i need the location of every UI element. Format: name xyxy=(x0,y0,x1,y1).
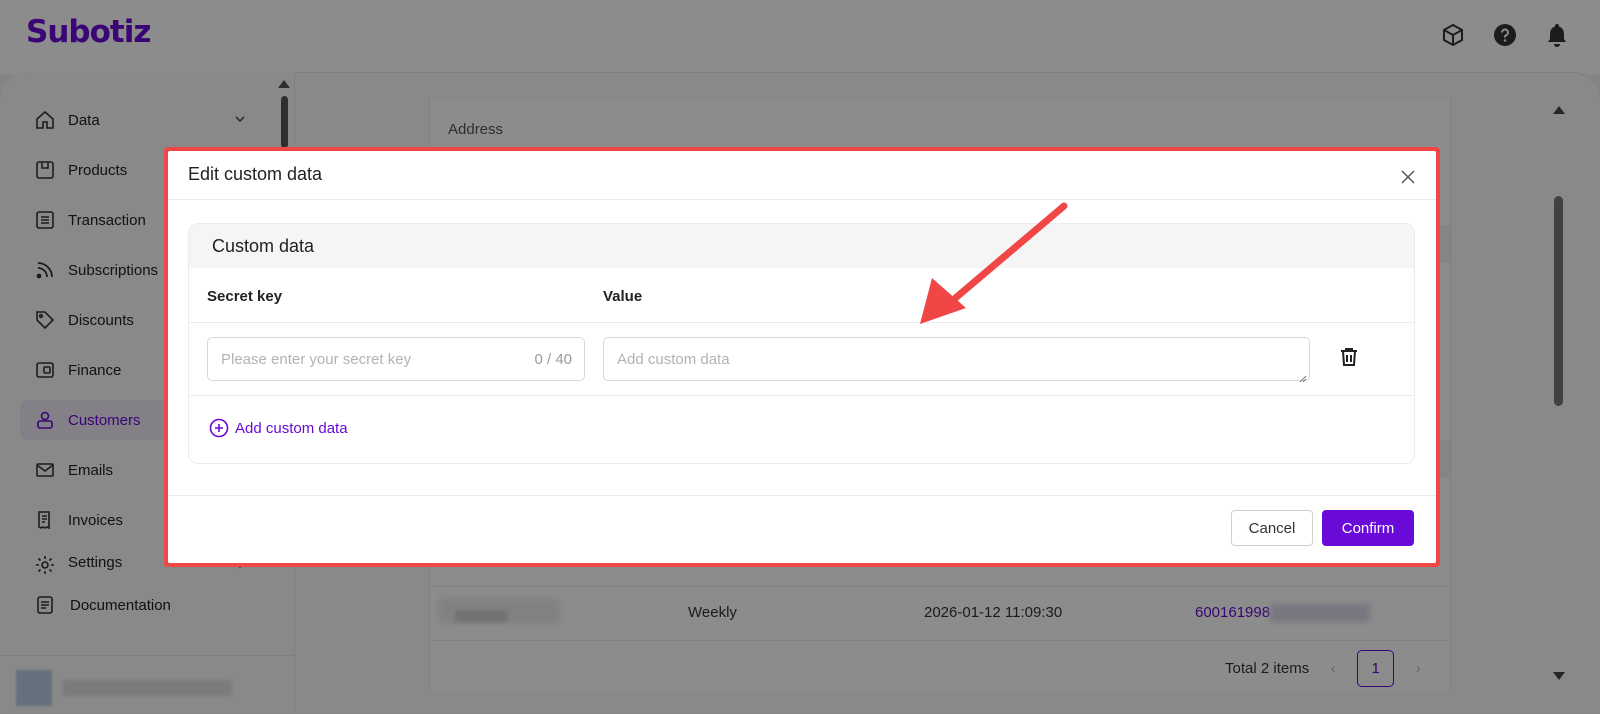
value-textarea[interactable]: Add custom data xyxy=(603,337,1310,383)
confirm-button[interactable]: Confirm xyxy=(1322,510,1414,546)
secret-key-placeholder: Please enter your secret key xyxy=(221,351,412,368)
secret-key-input[interactable]: Please enter your secret key 0 / 40 xyxy=(207,337,585,381)
character-counter: 0 / 40 xyxy=(534,351,572,368)
cancel-button[interactable]: Cancel xyxy=(1231,510,1313,546)
column-headers: Secret key Value xyxy=(189,268,1414,323)
edit-custom-data-dialog: Edit custom data Custom data Secret key … xyxy=(168,151,1436,563)
custom-data-row: Please enter your secret key 0 / 40 Add … xyxy=(189,323,1414,396)
delete-row-trash-icon[interactable] xyxy=(1340,347,1360,369)
resize-handle-icon[interactable] xyxy=(1299,370,1307,383)
column-header-value: Value xyxy=(603,288,643,305)
modal-title: Edit custom data xyxy=(188,164,323,184)
modal-header: Edit custom data xyxy=(168,151,1436,200)
value-placeholder: Add custom data xyxy=(617,351,730,368)
section-title: Custom data xyxy=(189,224,1414,268)
modal-footer: Cancel Confirm xyxy=(168,495,1436,563)
add-custom-data-button[interactable]: Add custom data xyxy=(209,418,348,438)
custom-data-section: Custom data Secret key Value Please ente… xyxy=(188,223,1415,464)
add-custom-data-label: Add custom data xyxy=(235,419,348,437)
close-icon[interactable] xyxy=(1400,169,1416,185)
column-header-secret-key: Secret key xyxy=(207,288,283,305)
plus-circle-icon xyxy=(209,418,229,438)
annotation-arrow-icon xyxy=(920,202,1068,324)
